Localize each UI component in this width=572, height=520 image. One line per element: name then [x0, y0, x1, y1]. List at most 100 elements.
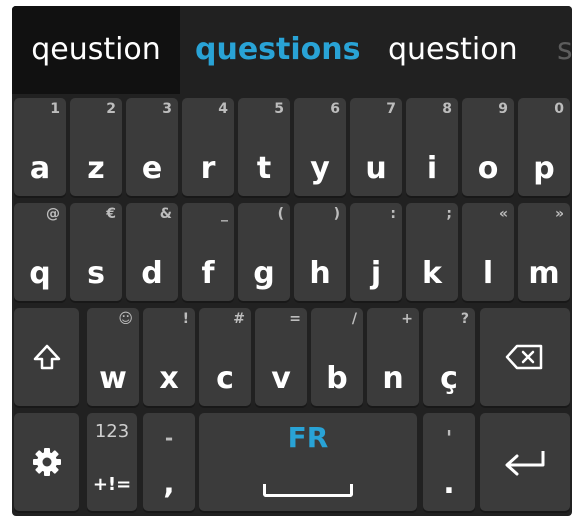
- key-hint: 1: [50, 101, 60, 117]
- key-e[interactable]: 3e: [126, 98, 178, 196]
- backspace-icon: [480, 308, 570, 406]
- key-k[interactable]: ; k: [406, 203, 458, 301]
- key-label: j: [370, 256, 382, 291]
- key-label: m: [528, 256, 560, 291]
- key-label: b: [326, 361, 348, 396]
- period-key-hint: ': [445, 426, 453, 450]
- suggestion-alternate[interactable]: question: [388, 6, 518, 94]
- key-hint: !: [182, 311, 189, 327]
- key-hint: @: [46, 206, 60, 222]
- key-hint: _: [221, 206, 228, 222]
- key-hint: 7: [386, 101, 396, 117]
- key-j[interactable]: :j: [350, 203, 402, 301]
- key-u[interactable]: 7u: [350, 98, 402, 196]
- enter-key[interactable]: [480, 413, 570, 511]
- key-label: a: [29, 151, 51, 186]
- key-y[interactable]: 6y: [294, 98, 346, 196]
- key-hint: 6: [330, 101, 340, 117]
- symbols-key[interactable]: 123 +!=: [87, 413, 137, 511]
- key-hint: 9: [498, 101, 508, 117]
- key-x[interactable]: ! x: [143, 308, 195, 406]
- key-c[interactable]: # c: [199, 308, 251, 406]
- key-l[interactable]: «l: [462, 203, 514, 301]
- key-hint: =: [289, 311, 301, 327]
- key-hint: +: [401, 311, 413, 327]
- key-label: u: [365, 151, 387, 186]
- key-label: p: [533, 151, 555, 186]
- key-hint: 0: [554, 101, 564, 117]
- key-hint: ;: [446, 206, 452, 222]
- key-label: i: [426, 151, 438, 186]
- key-hint: (: [277, 206, 284, 222]
- suggestion-more[interactable]: s: [557, 6, 572, 94]
- key-label: k: [422, 256, 442, 291]
- shift-key[interactable]: [14, 308, 79, 406]
- key-label: o: [477, 151, 499, 186]
- suggestion-strip: qeustion questions question s: [12, 6, 572, 94]
- key-hint: 5: [274, 101, 284, 117]
- key-hint: ☺: [118, 311, 133, 327]
- key-h[interactable]: ) h: [294, 203, 346, 301]
- key-b[interactable]: / b: [311, 308, 363, 406]
- key-q[interactable]: @ q: [14, 203, 66, 301]
- key-label: l: [482, 256, 494, 291]
- key-n[interactable]: + n: [367, 308, 419, 406]
- symbols-key-label-top: 123: [94, 421, 130, 442]
- gear-icon: [14, 413, 79, 511]
- key-m[interactable]: » m: [518, 203, 570, 301]
- key-hint: ?: [460, 311, 469, 327]
- suggestion-best[interactable]: questions: [195, 6, 360, 94]
- settings-key[interactable]: [14, 413, 79, 511]
- key-d[interactable]: & d: [126, 203, 178, 301]
- key-hint: €: [106, 206, 116, 222]
- space-key[interactable]: FR: [199, 413, 417, 511]
- space-key-language: FR: [287, 421, 329, 454]
- key-f[interactable]: _ f: [182, 203, 234, 301]
- key-label: g: [253, 256, 275, 291]
- key-hint: «: [498, 206, 508, 222]
- key-label: z: [87, 151, 105, 186]
- key-hint: 3: [162, 101, 172, 117]
- key-label: w: [99, 361, 127, 396]
- key-label: x: [159, 361, 179, 396]
- key-r[interactable]: 4r: [182, 98, 234, 196]
- key-label: f: [201, 256, 215, 291]
- enter-icon: [480, 413, 570, 511]
- key-label: y: [310, 151, 330, 186]
- key-label: t: [256, 151, 272, 186]
- key-hint: ): [333, 206, 340, 222]
- key-label: r: [200, 151, 216, 186]
- key-hint: :: [390, 206, 396, 222]
- key-label: ç: [440, 361, 458, 396]
- comma-key[interactable]: -,: [143, 413, 195, 511]
- key-label: d: [141, 256, 163, 291]
- comma-key-label: ,: [163, 466, 175, 501]
- key-a[interactable]: 1a: [14, 98, 66, 196]
- key-o[interactable]: 9o: [462, 98, 514, 196]
- backspace-key[interactable]: [480, 308, 570, 406]
- suggestion-typed-word[interactable]: qeustion: [12, 6, 180, 94]
- key-g[interactable]: (g: [238, 203, 290, 301]
- key-label: e: [141, 151, 163, 186]
- symbols-key-label-bottom: +!=: [92, 474, 132, 495]
- key-v[interactable]: = v: [255, 308, 307, 406]
- key-hint: #: [233, 311, 245, 327]
- key-label: c: [216, 361, 234, 396]
- key-label: v: [271, 361, 291, 396]
- key-hint: 4: [218, 101, 228, 117]
- key-hint: &: [159, 206, 172, 222]
- comma-key-hint: -: [164, 426, 174, 450]
- spacebar-icon: [263, 484, 353, 497]
- key-w[interactable]: ☺ w: [87, 308, 139, 406]
- key-t[interactable]: 5t: [238, 98, 290, 196]
- key-z[interactable]: 2z: [70, 98, 122, 196]
- period-key[interactable]: '.: [423, 413, 475, 511]
- key-hint: »: [554, 206, 564, 222]
- key-p[interactable]: 0p: [518, 98, 570, 196]
- key-hint: 2: [106, 101, 116, 117]
- key-ç[interactable]: ? ç: [423, 308, 475, 406]
- key-s[interactable]: € s: [70, 203, 122, 301]
- key-i[interactable]: 8i: [406, 98, 458, 196]
- key-label: q: [29, 256, 51, 291]
- key-hint: /: [351, 311, 357, 327]
